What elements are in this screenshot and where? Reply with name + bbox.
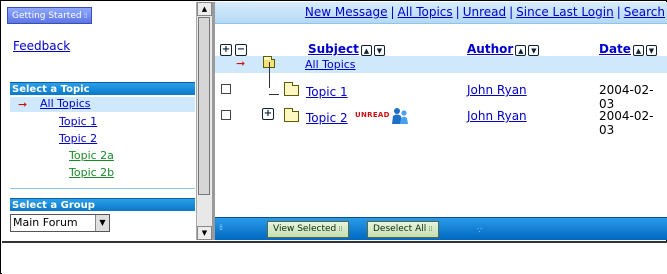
author-link[interactable]: John Ryan	[467, 109, 527, 123]
unread-link[interactable]: Unread	[463, 5, 506, 19]
topic-2a-link[interactable]: Topic 2a	[69, 149, 114, 162]
scrollbar-thumb[interactable]	[198, 17, 210, 195]
message-list: + − Subject ▲ ▼ Author ▲ ▼ Date ▲ ▼ ➞ All Topic…	[215, 23, 667, 217]
link-separator: |	[455, 5, 460, 19]
scroll-up-icon[interactable]: ▲	[197, 2, 212, 16]
message-list-header: + − Subject ▲ ▼ Author ▲ ▼ Date ▲ ▼	[215, 38, 667, 56]
link-separator: |	[390, 5, 395, 19]
author-column-header[interactable]: Author ▲ ▼	[467, 42, 540, 56]
date-header-label: Date	[599, 42, 631, 56]
date-value: 2004-02-03	[599, 109, 654, 137]
chevron-down-icon[interactable]: ▼	[95, 215, 109, 231]
forum-window: Getting Started ⁞⁞ Feedback Select a Topi…	[0, 0, 667, 274]
root-topic-row: ➞ All Topics	[215, 56, 667, 73]
sort-ascending-icon[interactable]: ▲	[515, 45, 527, 56]
date-column-header[interactable]: Date ▲ ▼	[599, 42, 657, 56]
row-checkbox[interactable]	[221, 110, 231, 120]
left-pane-scrollbar[interactable]: ▲ ▼	[196, 2, 212, 240]
row-checkbox[interactable]	[221, 84, 231, 94]
new-message-link[interactable]: New Message	[305, 5, 388, 19]
expand-icon[interactable]: +	[262, 108, 274, 120]
action-bar: ⁞⁞ View Selected ⁞⁞ Deselect All ⁞⁞ ∵	[215, 217, 667, 240]
collapse-all-icon[interactable]: −	[235, 44, 247, 56]
current-arrow-icon: ➞	[236, 57, 246, 70]
scroll-down-icon[interactable]: ▼	[197, 226, 212, 240]
subject-link[interactable]: Topic 2	[306, 111, 348, 125]
folder-icon	[284, 108, 299, 122]
search-link[interactable]: Search	[624, 5, 665, 19]
subject-column-header[interactable]: Subject ▲ ▼	[308, 42, 385, 56]
link-separator: |	[509, 5, 514, 19]
sort-ascending-icon[interactable]: ▲	[632, 45, 644, 56]
grip-icon: ⁞⁞	[83, 11, 88, 20]
root-topic-link[interactable]: All Topics	[305, 58, 356, 71]
deselect-all-button[interactable]: Deselect All ⁞⁞	[367, 221, 439, 238]
grip-icon: ∵	[477, 226, 483, 235]
topic-label: All Topics	[40, 97, 91, 110]
topic-2-link[interactable]: Topic 2	[59, 132, 97, 145]
select-group-heading: Select a Group	[10, 198, 195, 211]
getting-started-label: Getting Started	[12, 11, 82, 21]
link-separator: |	[616, 5, 621, 19]
topic-1-link[interactable]: Topic 1	[59, 115, 97, 128]
expand-collapse-controls: + −	[220, 42, 250, 56]
deselect-all-label: Deselect All	[373, 224, 427, 234]
author-link[interactable]: John Ryan	[467, 83, 527, 97]
people-icon	[392, 108, 408, 124]
table-row: Topic 1 John Ryan 2004-02-03	[215, 81, 667, 111]
group-select[interactable]: Main Forum ▼	[10, 214, 110, 232]
subject-link[interactable]: Topic 1	[306, 85, 348, 99]
getting-started-button[interactable]: Getting Started ⁞⁞	[7, 7, 92, 24]
subject-header-label: Subject	[308, 42, 359, 56]
top-link-bar: New Message | All Topics | Unread | Since Last…	[215, 2, 667, 23]
since-last-login-link[interactable]: Since Last Login	[516, 5, 614, 19]
grip-icon: ⁞⁞	[428, 225, 433, 233]
divider	[10, 188, 195, 189]
left-navigation-pane: Getting Started ⁞⁞ Feedback Select a Topi…	[2, 2, 196, 240]
table-row: + Topic 2 UNREAD John Ryan 2004-02-03	[215, 107, 667, 137]
group-select-value: Main Forum	[13, 216, 78, 229]
all-topics-link[interactable]: All Topics	[398, 5, 453, 19]
sort-descending-icon[interactable]: ▼	[645, 45, 657, 56]
sort-ascending-icon[interactable]: ▲	[360, 45, 372, 56]
view-selected-label: View Selected	[273, 224, 337, 234]
topic-2b-link[interactable]: Topic 2b	[69, 166, 114, 179]
sort-descending-icon[interactable]: ▼	[373, 45, 385, 56]
grip-icon: ⁞⁞	[338, 225, 343, 233]
sort-descending-icon[interactable]: ▼	[528, 45, 540, 56]
current-arrow-icon: ➞	[18, 98, 28, 111]
grip-icon: ⁞⁞	[219, 223, 223, 232]
view-selected-button[interactable]: View Selected ⁞⁞	[267, 221, 349, 238]
folder-icon	[284, 82, 299, 96]
unread-badge: UNREAD	[355, 111, 390, 119]
author-header-label: Author	[467, 42, 514, 56]
feedback-link[interactable]: Feedback	[13, 39, 70, 53]
message-preview-pane	[2, 241, 667, 274]
expand-all-icon[interactable]: +	[220, 44, 232, 56]
topic-all-topics[interactable]: ➞ All Topics	[10, 97, 195, 112]
select-topic-heading: Select a Topic	[10, 82, 195, 95]
